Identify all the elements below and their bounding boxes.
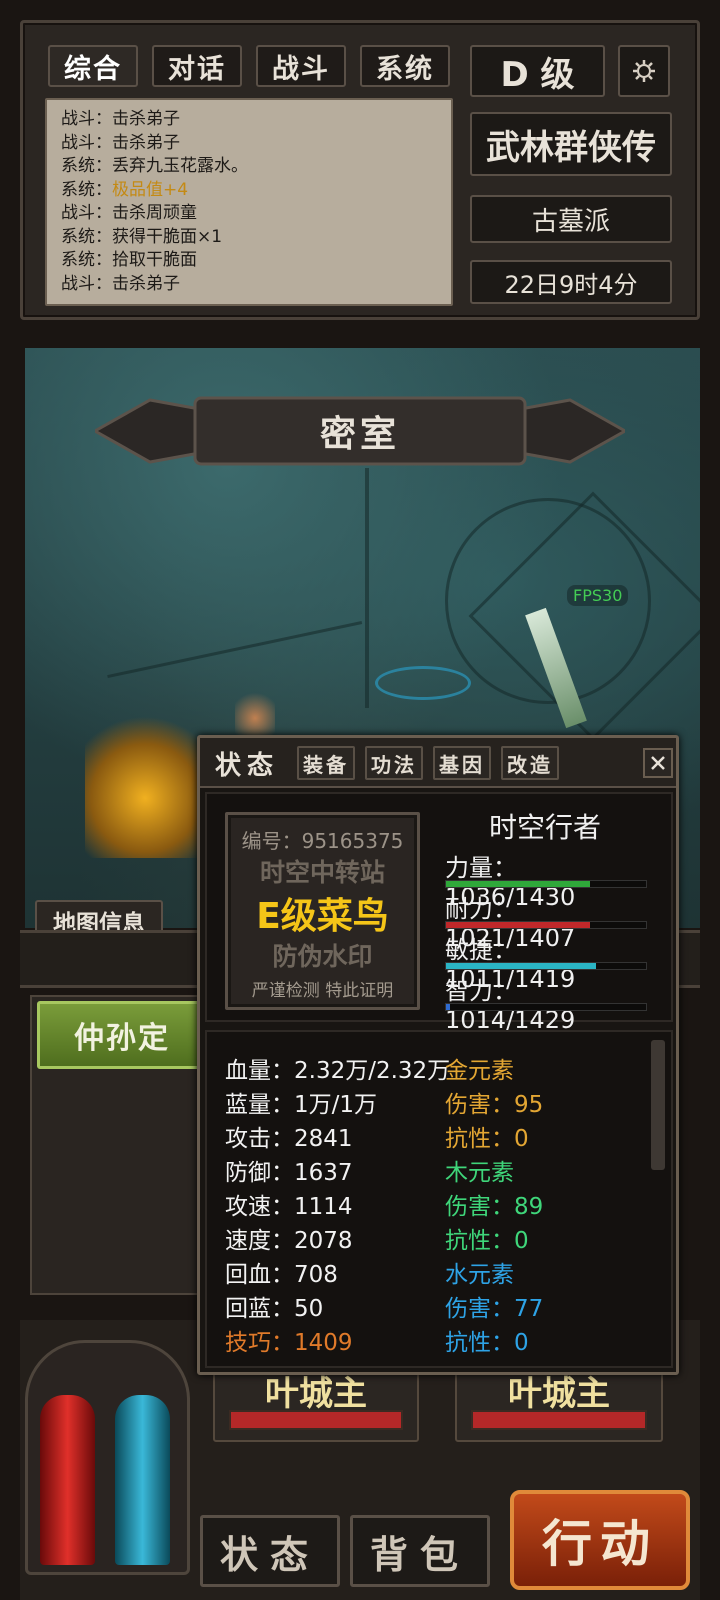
attr-wood-damage: 伤害：89 [445, 1194, 544, 1220]
badge-id: 编号：95165375 [241, 829, 404, 853]
character-sprite[interactable] [85, 708, 205, 858]
badge-line1: 时空中转站 [259, 858, 385, 887]
tab-genes[interactable]: 基因 [433, 746, 491, 780]
attr-water-element: 水元素 [445, 1262, 514, 1288]
log-line: 系统：获得干脆面×1 [61, 226, 223, 247]
badge-line4: 严谨检测 特此证明 [251, 981, 394, 1001]
attr-hp: 血量：2.32万/2.32万 [225, 1058, 451, 1084]
hp-vial [40, 1395, 95, 1565]
attr-water-damage: 伤害：77 [445, 1296, 544, 1322]
log-highlight: 极品值+4 [112, 179, 189, 200]
stat-bar [445, 921, 647, 929]
mp-vial [115, 1395, 170, 1565]
log-line: 战斗：击杀弟子 [61, 132, 180, 153]
attr-speed: 速度：2078 [225, 1228, 353, 1254]
attr-mp-regen: 回蓝：50 [225, 1296, 324, 1322]
game-time: 22日9时4分 [470, 260, 672, 304]
npc-item[interactable]: 仲孙定 [37, 1001, 207, 1069]
attr-wood-element: 木元素 [445, 1160, 514, 1186]
tab-equipment[interactable]: 装备 [297, 746, 355, 780]
watermark-badge: 编号：95165375 时空中转站 E级菜鸟 防伪水印 严谨检测 特此证明 [225, 812, 420, 1010]
location-name: 密室 [319, 414, 400, 455]
attr-water-resist: 抗性：0 [445, 1330, 529, 1356]
attr-defense: 防御：1637 [225, 1160, 353, 1186]
log-line: 系统：拾取干脆面 [61, 250, 197, 270]
attr-skill: 技巧：1409 [225, 1330, 353, 1356]
tab-skills[interactable]: 功法 [365, 746, 423, 780]
chat-log[interactable]: 战斗：击杀弟子 战斗：击杀弟子 系统：丢弃九玉花露水。 系统：极品值+4 战斗：… [45, 98, 453, 306]
attr-metal-damage: 伤害：95 [445, 1092, 544, 1118]
action-button[interactable]: 行动 [510, 1490, 690, 1590]
gear-icon [633, 60, 655, 82]
stat-bar [445, 880, 647, 888]
attr-wood-resist: 抗性：0 [445, 1228, 529, 1254]
tab-modify[interactable]: 改造 [501, 746, 559, 780]
game-title: 武林群侠传 [470, 112, 672, 176]
enemy-hp-bar [471, 1410, 647, 1430]
stat-bar [445, 962, 647, 970]
close-icon [651, 756, 665, 770]
badge-line3: 防伪水印 [272, 942, 373, 971]
dialog-title: 状态 [215, 751, 280, 781]
badge-rank: E级菜鸟 [256, 896, 389, 937]
scrollbar[interactable] [651, 1040, 665, 1170]
fps-counter: FPS30 [567, 585, 629, 606]
attr-attack: 攻击：2841 [225, 1126, 353, 1152]
stat-bar [445, 1003, 647, 1011]
tab-dialogue[interactable]: 对话 [152, 45, 242, 87]
log-line: 战斗：击杀周顽童 [61, 203, 197, 223]
attr-hp-regen: 回血：708 [225, 1262, 338, 1288]
bag-button[interactable]: 背包 [350, 1515, 490, 1587]
attr-mp: 蓝量：1万/1万 [225, 1092, 378, 1118]
attr-metal-resist: 抗性：0 [445, 1126, 529, 1152]
sect-name: 古墓派 [470, 195, 672, 243]
log-prefix: 系统： [61, 179, 112, 200]
enemy-hp-bar [229, 1410, 403, 1430]
tab-battle[interactable]: 战斗 [256, 45, 346, 87]
settings-button[interactable] [618, 45, 670, 97]
tab-system[interactable]: 系统 [360, 45, 450, 87]
log-line: 战斗：击杀弟子 [61, 273, 180, 294]
attr-attack-speed: 攻速：1114 [225, 1194, 353, 1220]
log-line: 系统：极品值+4 [61, 179, 437, 203]
status-button[interactable]: 状态 [200, 1515, 340, 1587]
close-button[interactable] [643, 748, 673, 778]
log-line: 系统：丢弃九玉花露水。 [61, 156, 248, 176]
portal-marker[interactable] [375, 666, 471, 700]
rank-badge: D 级 [470, 45, 605, 97]
player-title: 时空行者 [488, 811, 601, 844]
log-line: 战斗：击杀弟子 [61, 109, 180, 129]
attr-metal-element: 金元素 [445, 1058, 514, 1084]
tab-all[interactable]: 综合 [48, 45, 138, 87]
